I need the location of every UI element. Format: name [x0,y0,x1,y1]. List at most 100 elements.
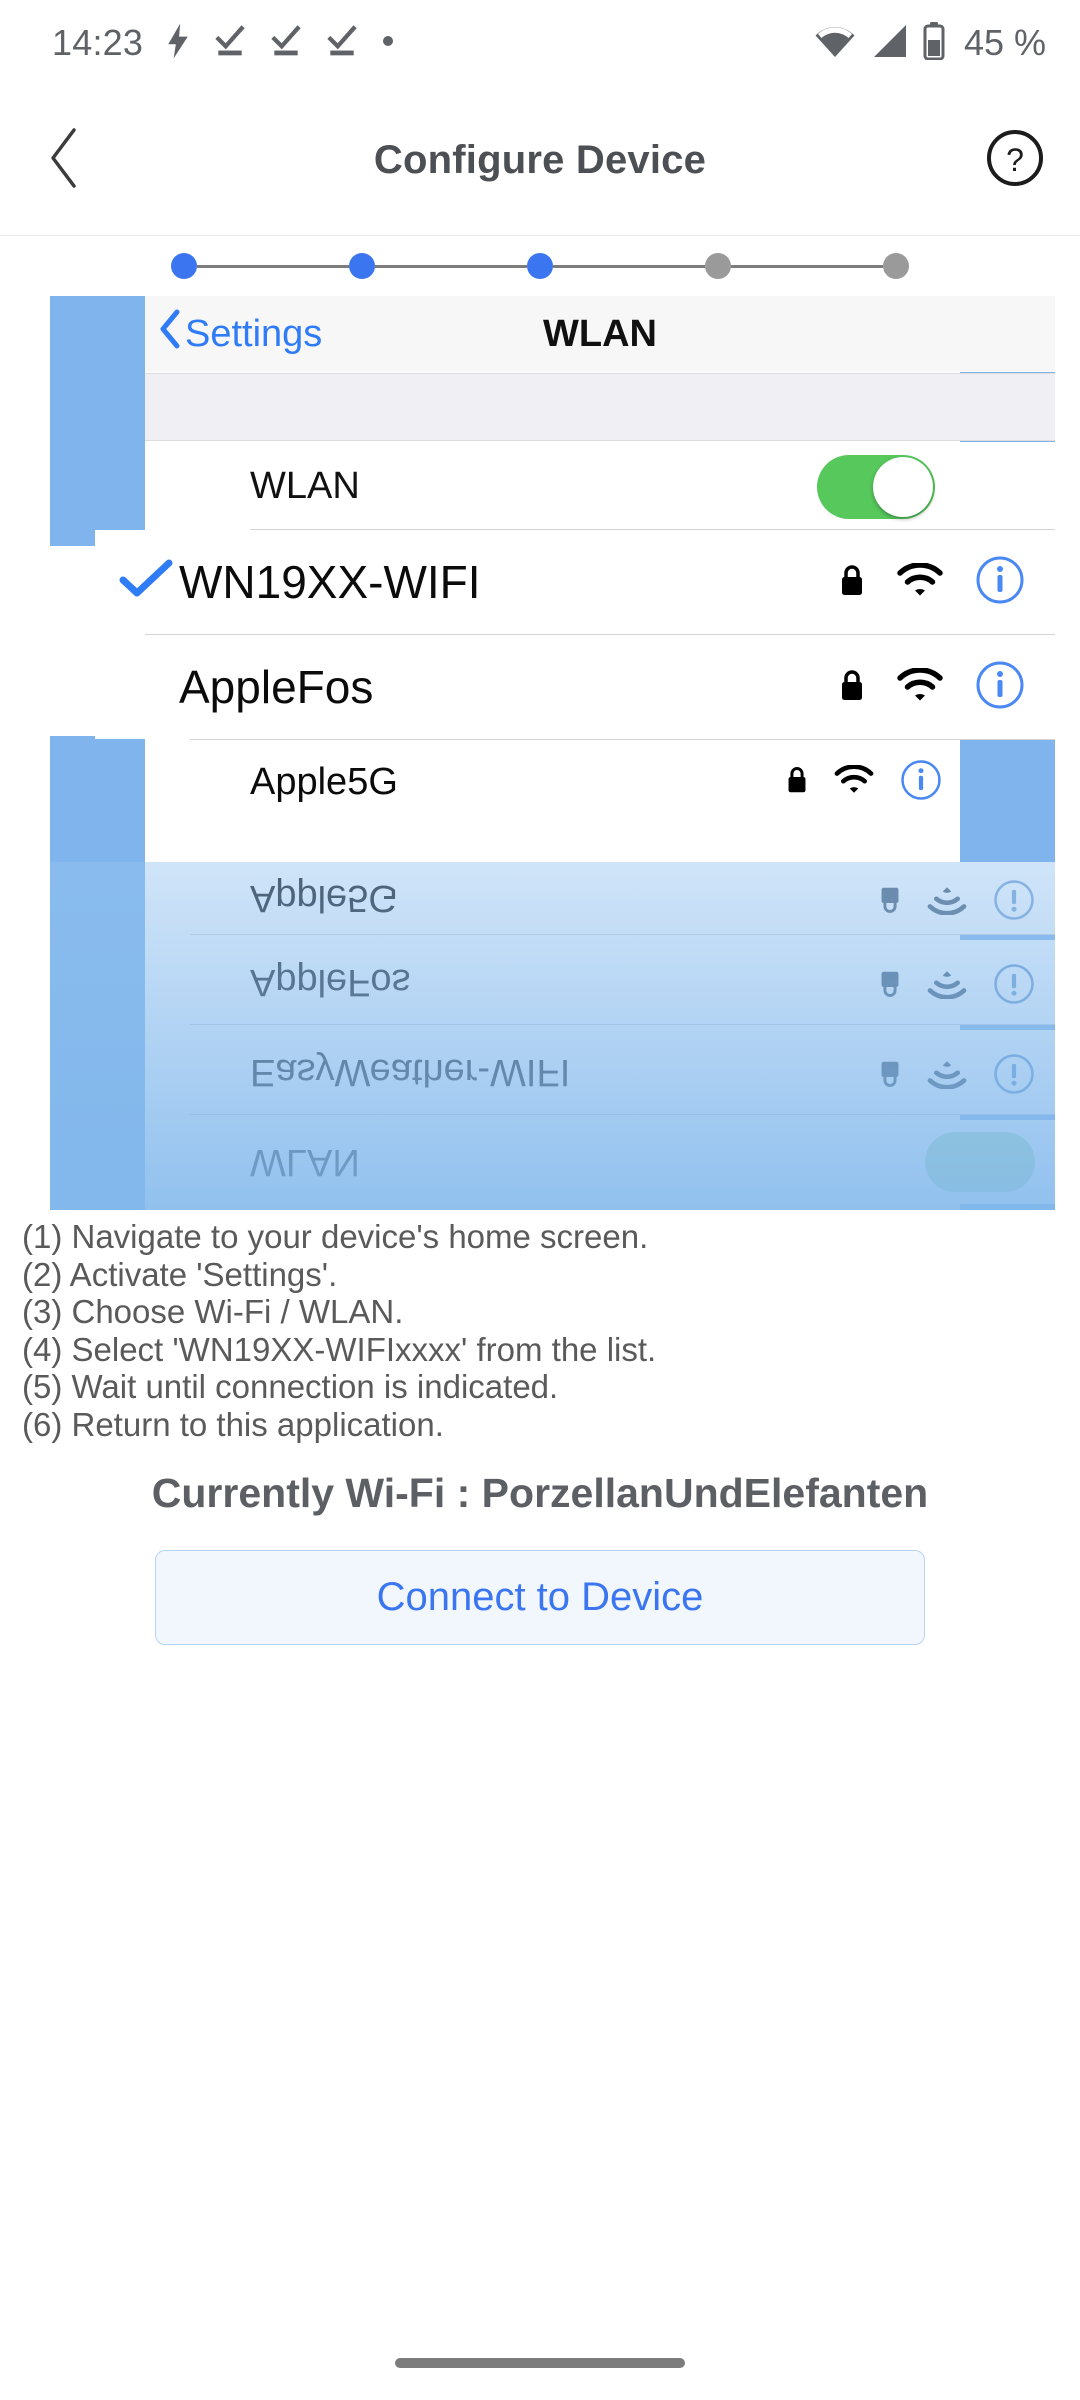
wlan-toggle-switch[interactable] [817,455,935,519]
ios-wlan-label: WLAN [250,464,360,507]
cellular-signal-icon [870,24,908,63]
connected-check-icon [119,557,179,607]
task-check-icon [325,24,359,63]
reflection-frame-left [50,862,145,1210]
chevron-left-icon [159,309,181,359]
instruction-item: (2) Activate 'Settings'. [22,1255,338,1293]
step-connector [731,264,883,268]
network-ssid: EasyWeather-WIFI [250,1051,571,1094]
network-row-wn19xx[interactable]: WN19XX-WIFI [95,530,1055,634]
network-ssid: AppleFos [250,961,411,1004]
info-circle-icon [993,959,1035,1006]
lock-icon [839,563,865,602]
step-connector [553,264,705,268]
instruction-item: (6) Return to this application. [22,1405,444,1443]
status-bar-clock: 14:23 [52,22,144,63]
battery-icon [922,21,946,65]
network-row-icons [839,660,1025,715]
lock-icon [879,1055,901,1089]
network-ssid: AppleFos [179,661,374,713]
chevron-left-icon [45,127,85,194]
instruction-item: (4) Select 'WN19XX-WIFIxxxx' from the li… [22,1330,657,1368]
step-dot-5[interactable] [883,253,909,279]
network-row-icons [879,1049,1035,1096]
ios-back-label: Settings [185,312,323,355]
current-wifi-label: Currently Wi-Fi : PorzellanUndElefanten [151,1470,929,1516]
wifi-full-icon [897,561,943,602]
row-divider [190,1024,1055,1025]
dot-icon [381,34,395,53]
step-dot-4[interactable] [705,253,731,279]
ios-back-button[interactable]: Settings [159,309,322,359]
network-row-icons [879,875,1035,922]
info-circle-icon[interactable] [975,660,1025,715]
connect-to-device-button[interactable]: Connect to Device [155,1550,925,1645]
battery-percentage: 45 % [963,22,1046,63]
lock-icon [879,881,901,915]
page-title: Configure Device [373,138,707,182]
app-bar: Configure Device ? [0,86,1080,236]
info-circle-icon [993,1049,1035,1096]
home-gesture-pill[interactable] [395,2358,685,2368]
network-ssid: Apple5G [250,760,398,803]
instruction-list: (1) Navigate to your device's home scree… [22,1218,1062,1443]
charging-bolt-icon [165,23,191,64]
screenshot-frame-left-mid [50,736,145,862]
lock-icon [786,765,808,799]
ios-wlan-toggle-row: WLAN [145,442,1055,530]
wifi-full-icon [927,965,967,1000]
reflection-network-row: Apple5G [145,862,1055,934]
step-dot-3[interactable] [527,253,553,279]
wifi-icon [814,24,856,63]
info-circle-icon [993,875,1035,922]
network-ssid: Apple5G [250,877,398,920]
step-connector [197,264,349,268]
reflection-network-row: EasyWeather-WIFI [145,1030,1055,1114]
android-navigation-bar [0,2304,1080,2400]
tutorial-screenshot: WLAN Settings WLAN WN19XX-WIFI AppleFos … [50,296,1055,1210]
step-dot-2[interactable] [349,253,375,279]
info-circle-icon[interactable] [900,759,942,806]
wifi-full-icon [897,666,943,707]
status-bar-right: 45 % [814,21,1046,65]
task-check-icon [213,24,247,63]
back-button[interactable] [0,86,130,236]
network-ssid: WN19XX-WIFI [179,556,481,608]
toggle-knob [873,457,933,517]
android-status-bar: 14:23 45 % [0,0,1080,86]
reflection-network-row: WLAN [145,1120,1055,1204]
network-ssid: WLAN [250,1141,360,1184]
network-row-icons [839,555,1025,610]
help-circle-icon: ? [986,129,1044,192]
lock-icon [839,668,865,707]
info-circle-icon[interactable] [975,555,1025,610]
wifi-full-icon [834,764,874,799]
reflection-network-row: AppleFos [145,940,1055,1024]
instruction-item: (5) Wait until connection is indicated. [22,1368,559,1405]
ios-section-gap [145,373,1055,441]
network-row-icons [786,759,942,806]
network-row-applefos[interactable]: AppleFos [95,635,1055,739]
step-connector [375,264,527,268]
ios-nav-bar: WLAN Settings [145,296,1055,372]
network-row-icons [925,1132,1035,1192]
step-indicator [0,236,1080,296]
network-row-icons [879,959,1035,1006]
wifi-full-icon [927,1055,967,1090]
screenshot-frame-right-mid [960,736,1055,862]
instruction-item: (3) Choose Wi-Fi / WLAN. [22,1293,404,1330]
row-divider [190,1114,1055,1115]
tutorial-screenshot-inner: WLAN Settings WLAN WN19XX-WIFI AppleFos … [50,296,1055,1210]
task-check-icon [269,24,303,63]
wlan-toggle-switch [925,1132,1035,1192]
svg-text:?: ? [1006,142,1024,178]
screenshot-frame-left-top [50,296,145,546]
help-button[interactable]: ? [950,86,1080,236]
status-bar-left: 14:23 [52,22,395,64]
screenshot-reflection: WLAN EasyWeather-WIFI AppleFos Apple5G [50,862,1055,1210]
lock-icon [879,965,901,999]
network-row-apple5g[interactable]: Apple5G [145,740,960,824]
row-divider [190,934,1055,935]
instruction-item: (1) Navigate to your device's home scree… [22,1218,649,1255]
step-dot-1[interactable] [171,253,197,279]
